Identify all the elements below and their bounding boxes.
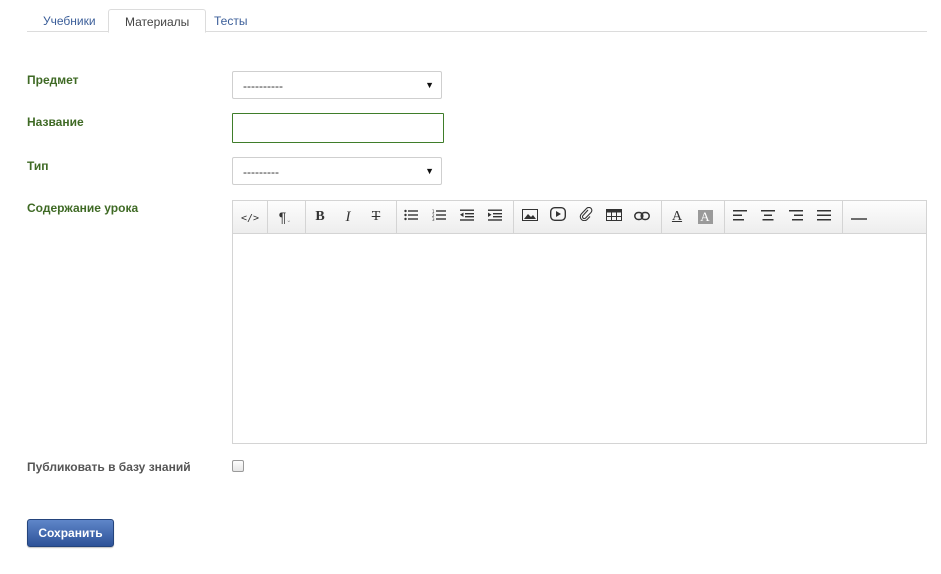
type-label: Тип: [27, 159, 49, 173]
table-icon[interactable]: [602, 206, 626, 228]
dropdown-arrow-icon: ▼: [425, 80, 434, 90]
align-right-icon[interactable]: [784, 206, 808, 228]
align-center-icon[interactable]: [756, 206, 780, 228]
rich-text-editor: </> ¶⌄ B I T 123 A A: [232, 200, 927, 444]
bold-icon[interactable]: B: [308, 206, 332, 228]
toolbar-divider: [513, 201, 514, 233]
content-label: Содержание урока: [27, 201, 139, 215]
type-select[interactable]: --------- ▼: [232, 157, 442, 185]
toolbar-divider: [724, 201, 725, 233]
background-color-icon[interactable]: A: [693, 206, 717, 228]
dropdown-arrow-icon: ▼: [425, 166, 434, 176]
horizontal-rule-icon[interactable]: [847, 206, 871, 228]
save-button[interactable]: Сохранить: [27, 519, 114, 547]
html-code-icon[interactable]: </>: [238, 206, 262, 228]
attachment-icon[interactable]: [574, 206, 598, 228]
toolbar-divider: [305, 201, 306, 233]
type-select-value: ---------: [243, 165, 279, 179]
unordered-list-icon[interactable]: [399, 206, 423, 228]
tab-materials[interactable]: Материалы: [108, 9, 207, 33]
title-input[interactable]: [232, 113, 444, 143]
tab-tests[interactable]: Тесты: [198, 9, 263, 32]
subject-label: Предмет: [27, 73, 79, 87]
align-justify-icon[interactable]: [812, 206, 836, 228]
publish-label: Публиковать в базу знаний: [27, 460, 191, 474]
title-label: Название: [27, 115, 84, 129]
toolbar-divider: [842, 201, 843, 233]
svg-text:3: 3: [432, 217, 435, 221]
subject-select-value: ----------: [243, 79, 283, 93]
link-icon[interactable]: [630, 206, 654, 228]
ordered-list-icon[interactable]: 123: [427, 206, 451, 228]
toolbar-divider: [396, 201, 397, 233]
italic-icon[interactable]: I: [336, 206, 360, 228]
image-icon[interactable]: [518, 206, 542, 228]
editor-content-area[interactable]: [233, 234, 926, 443]
tab-bar: Учебники Материалы Тесты: [27, 9, 927, 33]
subject-select[interactable]: ---------- ▼: [232, 71, 442, 99]
indent-icon[interactable]: [483, 206, 507, 228]
tab-textbooks[interactable]: Учебники: [27, 9, 112, 32]
publish-checkbox[interactable]: [232, 460, 244, 472]
font-color-icon[interactable]: A: [665, 206, 689, 228]
toolbar-divider: [661, 201, 662, 233]
paragraph-format-icon[interactable]: ¶⌄: [273, 206, 297, 228]
material-form-page: Учебники Материалы Тесты Предмет -------…: [0, 0, 941, 574]
strikethrough-icon[interactable]: T: [364, 206, 388, 228]
align-left-icon[interactable]: [728, 206, 752, 228]
editor-toolbar: </> ¶⌄ B I T 123 A A: [233, 201, 926, 234]
video-icon[interactable]: [546, 206, 570, 228]
toolbar-divider: [267, 201, 268, 233]
outdent-icon[interactable]: [455, 206, 479, 228]
